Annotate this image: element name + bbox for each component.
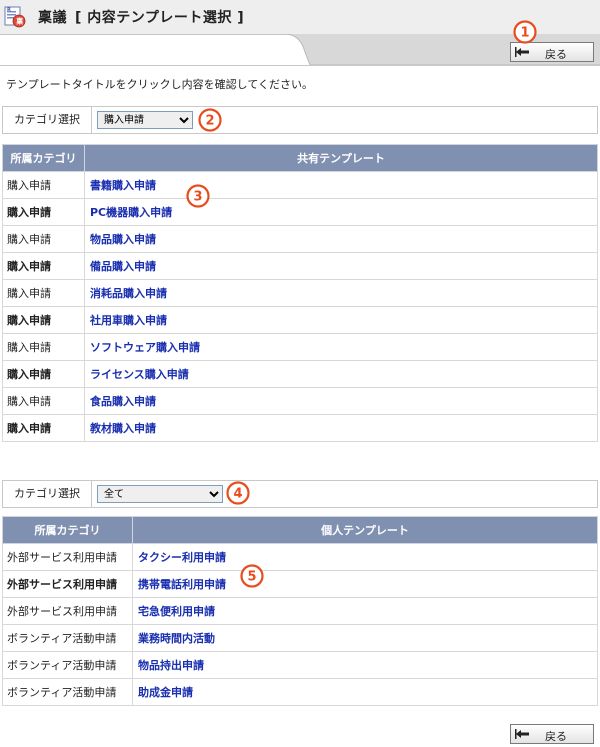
shared-col-template-header: 共有テンプレート	[84, 144, 598, 172]
header-bar: R 稟 稟議 [ 内容テンプレート選択 ]	[0, 0, 600, 35]
template-link[interactable]: 備品購入申請	[84, 252, 598, 280]
callout-badge-5: 5	[240, 564, 264, 588]
shared-table-header-row: 所属カテゴリ 共有テンプレート	[2, 144, 598, 172]
callout-badge-4: 4	[226, 481, 250, 505]
page-title: 稟議 [ 内容テンプレート選択 ]	[38, 7, 244, 27]
page-title-main: 稟議	[38, 10, 67, 26]
template-link[interactable]: ソフトウェア購入申請	[84, 333, 598, 361]
callout-badge-4-number: 4	[233, 487, 242, 502]
template-link[interactable]: 物品持出申請	[132, 651, 598, 679]
table-row: 購入申請 教材購入申請	[2, 414, 598, 442]
table-row: 購入申請 ライセンス購入申請	[2, 360, 598, 388]
personal-table-header-row: 所属カテゴリ 個人テンプレート	[2, 516, 598, 544]
template-link[interactable]: PC機器購入申請	[84, 198, 598, 226]
back-arrow-icon	[515, 47, 529, 57]
row-category: 購入申請	[2, 387, 85, 415]
template-link[interactable]: ライセンス購入申請	[84, 360, 598, 388]
back-button-bottom[interactable]: 戻る	[510, 724, 594, 744]
table-row: 購入申請 ソフトウェア購入申請	[2, 333, 598, 361]
back-button-label: 戻る	[545, 730, 567, 743]
back-button-label: 戻る	[545, 48, 567, 61]
template-link[interactable]: 携帯電話利用申請	[132, 570, 598, 598]
back-button-top[interactable]: 戻る	[510, 42, 594, 62]
row-category: 購入申請	[2, 306, 85, 334]
row-category: 購入申請	[2, 225, 85, 253]
row-category: ボランティア活動申請	[2, 624, 133, 652]
svg-text:稟: 稟	[15, 17, 24, 26]
callout-badge-1-number: 1	[520, 26, 529, 41]
row-category: 外部サービス利用申請	[2, 570, 133, 598]
table-row: 外部サービス利用申請 宅急便利用申請	[2, 597, 598, 625]
shared-category-select[interactable]: 購入申請	[97, 111, 193, 129]
shared-col-category-header: 所属カテゴリ	[2, 144, 85, 172]
callout-badge-2-number: 2	[205, 114, 214, 129]
callout-badge-3: 3	[186, 184, 210, 208]
personal-col-category-header: 所属カテゴリ	[2, 516, 133, 544]
ringi-app-icon: R 稟	[4, 6, 26, 28]
template-link[interactable]: 物品購入申請	[84, 225, 598, 253]
template-link[interactable]: 助成金申請	[132, 678, 598, 706]
shared-category-label: カテゴリ選択	[3, 107, 92, 133]
template-link[interactable]: 宅急便利用申請	[132, 597, 598, 625]
callout-badge-2: 2	[198, 108, 222, 132]
row-category: 購入申請	[2, 360, 85, 388]
page-title-sub: [ 内容テンプレート選択 ]	[75, 10, 245, 26]
row-category: ボランティア活動申請	[2, 651, 133, 679]
row-category: 購入申請	[2, 252, 85, 280]
template-link[interactable]: 教材購入申請	[84, 414, 598, 442]
template-link[interactable]: 業務時間内活動	[132, 624, 598, 652]
table-row: 購入申請 消耗品購入申請	[2, 279, 598, 307]
personal-template-table: 所属カテゴリ 個人テンプレート 外部サービス利用申請 タクシー利用申請 外部サービ…	[2, 516, 598, 706]
row-category: ボランティア活動申請	[2, 678, 133, 706]
callout-badge-3-number: 3	[193, 190, 202, 205]
page-header: R 稟 稟議 [ 内容テンプレート選択 ] 戻る	[0, 0, 600, 66]
table-row: 購入申請 備品購入申請	[2, 252, 598, 280]
callout-badge-1: 1	[513, 20, 537, 44]
callout-badge-5-number: 5	[247, 570, 256, 585]
personal-category-select[interactable]: 全て	[97, 485, 223, 503]
row-category: 購入申請	[2, 279, 85, 307]
table-row: ボランティア活動申請 物品持出申請	[2, 651, 598, 679]
template-link[interactable]: 社用車購入申請	[84, 306, 598, 334]
back-arrow-icon	[515, 729, 529, 739]
row-category: 購入申請	[2, 414, 85, 442]
personal-category-box: カテゴリ選択 全て	[2, 480, 598, 508]
table-row: 購入申請 物品購入申請	[2, 225, 598, 253]
svg-text:R: R	[7, 7, 11, 13]
template-link[interactable]: 食品購入申請	[84, 387, 598, 415]
table-row: ボランティア活動申請 助成金申請	[2, 678, 598, 706]
table-row: 購入申請 社用車購入申請	[2, 306, 598, 334]
personal-col-template-header: 個人テンプレート	[132, 516, 598, 544]
row-category: 外部サービス利用申請	[2, 543, 133, 571]
table-row: ボランティア活動申請 業務時間内活動	[2, 624, 598, 652]
template-link[interactable]: タクシー利用申請	[132, 543, 598, 571]
table-row: 購入申請 書籍購入申請	[2, 171, 598, 199]
row-category: 購入申請	[2, 171, 85, 199]
row-category: 外部サービス利用申請	[2, 597, 133, 625]
row-category: 購入申請	[2, 333, 85, 361]
table-row: 購入申請 PC機器購入申請	[2, 198, 598, 226]
instructions-text: テンプレートタイトルをクリックし内容を確認してください。	[6, 78, 314, 91]
template-link[interactable]: 消耗品購入申請	[84, 279, 598, 307]
row-category: 購入申請	[2, 198, 85, 226]
shared-template-table: 所属カテゴリ 共有テンプレート 購入申請 書籍購入申請 購入申請 PC機器購入申請 …	[2, 144, 598, 442]
shared-category-box: カテゴリ選択 購入申請	[2, 106, 598, 134]
template-link[interactable]: 書籍購入申請	[84, 171, 598, 199]
table-row: 外部サービス利用申請 タクシー利用申請	[2, 543, 598, 571]
table-row: 外部サービス利用申請 携帯電話利用申請	[2, 570, 598, 598]
table-row: 購入申請 食品購入申請	[2, 387, 598, 415]
personal-category-label: カテゴリ選択	[3, 481, 92, 507]
